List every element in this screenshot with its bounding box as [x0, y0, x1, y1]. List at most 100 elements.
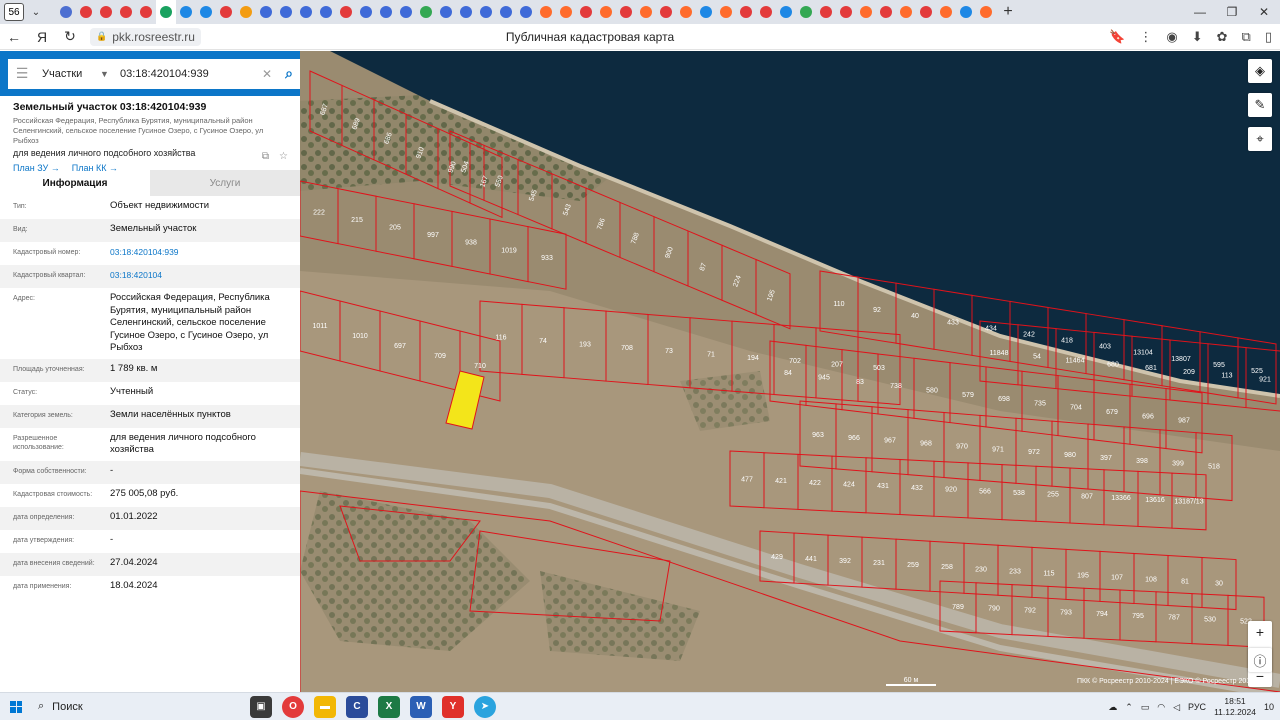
tab-favicon[interactable]	[476, 0, 496, 24]
excel-icon[interactable]: X	[378, 695, 400, 718]
tab-favicon[interactable]	[376, 0, 396, 24]
yandex-icon[interactable]: Я	[28, 29, 56, 45]
tab-favicon[interactable]	[736, 0, 756, 24]
extension-icon[interactable]: ◉	[1166, 29, 1177, 45]
tab-favicon[interactable]	[556, 0, 576, 24]
tab-favicon[interactable]	[336, 0, 356, 24]
volume-icon[interactable]: ◁	[1173, 702, 1180, 713]
tab-favicon[interactable]	[876, 0, 896, 24]
menu-icon[interactable]: ☰	[8, 65, 36, 82]
tab-favicon[interactable]	[436, 0, 456, 24]
url-field[interactable]: 🔒 pkk.rosreestr.ru	[90, 27, 201, 46]
tab-favicon[interactable]	[716, 0, 736, 24]
tab-favicon[interactable]	[536, 0, 556, 24]
tab-favicon[interactable]	[396, 0, 416, 24]
task-view-icon[interactable]: ▣	[250, 695, 272, 718]
tab-favicon[interactable]	[216, 0, 236, 24]
tab-favicon[interactable]	[316, 0, 336, 24]
tab-favicon[interactable]	[676, 0, 696, 24]
tab-favicon[interactable]	[936, 0, 956, 24]
tab-favicon[interactable]	[356, 0, 376, 24]
c-app-icon[interactable]: C	[346, 695, 368, 718]
layers-icon[interactable]: ◈	[1248, 59, 1272, 83]
tab-favicon[interactable]	[856, 0, 876, 24]
map-canvas[interactable]: 6876896869109901672222152059979381019933…	[300, 51, 1280, 692]
tab-favicon[interactable]	[616, 0, 636, 24]
more-icon[interactable]: ⋮	[1139, 29, 1152, 45]
tab-favicon[interactable]	[496, 0, 516, 24]
tab-favicon[interactable]	[656, 0, 676, 24]
tab-favicon[interactable]	[236, 0, 256, 24]
search-input[interactable]	[114, 59, 262, 88]
tab-count-badge[interactable]: 56	[4, 3, 24, 21]
tab-favicon[interactable]	[276, 0, 296, 24]
tab-favicon[interactable]	[836, 0, 856, 24]
info-icon[interactable]: ⓘ	[1248, 648, 1272, 672]
tab-favicon[interactable]	[956, 0, 976, 24]
tab-favicon[interactable]	[136, 0, 156, 24]
star-icon[interactable]: ☆	[279, 151, 288, 162]
tab-favicon[interactable]	[76, 0, 96, 24]
tab-favicon[interactable]	[596, 0, 616, 24]
downloads-icon[interactable]: ⬇	[1192, 29, 1203, 45]
reload-icon[interactable]: ↻	[56, 28, 84, 45]
collections-icon[interactable]: ⧉	[1242, 29, 1251, 45]
plan-zu-link[interactable]: План ЗУ →	[13, 163, 60, 173]
file-explorer-icon[interactable]: ▬	[314, 695, 336, 718]
tab-favicon[interactable]	[416, 0, 436, 24]
bookmark-icon[interactable]: 🔖	[1109, 29, 1125, 45]
chevron-up-icon[interactable]: ⌃	[1125, 702, 1133, 713]
restore-icon[interactable]: ❐	[1216, 0, 1248, 24]
tab-favicon[interactable]	[516, 0, 536, 24]
back-icon[interactable]: ←	[0, 29, 28, 45]
tab-favicon[interactable]	[96, 0, 116, 24]
cadastral-map[interactable]: 687 689 686 910 990 167 222 215 205 997 938 1019 933…	[300, 51, 1280, 692]
extensions-icon[interactable]: ✿	[1217, 29, 1228, 45]
tab-favicon[interactable]	[896, 0, 916, 24]
telegram-icon[interactable]: ➤	[474, 695, 496, 718]
minimize-icon[interactable]: —	[1184, 0, 1216, 24]
tab-information[interactable]: Информация	[0, 170, 150, 196]
tab-favicon[interactable]	[756, 0, 776, 24]
close-window-icon[interactable]: ✕	[1248, 0, 1280, 24]
weather-icon[interactable]: ☁	[1108, 702, 1117, 713]
locate-icon[interactable]: ⌖	[1248, 127, 1272, 151]
windows-start-icon[interactable]	[0, 700, 32, 713]
tab-favicon[interactable]	[916, 0, 936, 24]
tab-favicon[interactable]	[576, 0, 596, 24]
opera-icon[interactable]: O	[282, 695, 304, 718]
tab-favicon[interactable]	[636, 0, 656, 24]
property-value[interactable]: 03:18:420104:939	[110, 246, 300, 259]
tab-favicon[interactable]	[296, 0, 316, 24]
language-indicator[interactable]: РУС	[1188, 702, 1206, 712]
wifi-icon[interactable]: ◠	[1157, 702, 1165, 713]
tab-favicon[interactable]	[156, 0, 176, 24]
tab-favicon[interactable]	[176, 0, 196, 24]
search-category-select[interactable]: Участки	[36, 68, 100, 80]
tab-list-chevron-icon[interactable]: ⌄	[28, 7, 44, 18]
property-value[interactable]: 03:18:420104	[110, 269, 300, 282]
tab-favicon[interactable]	[696, 0, 716, 24]
tab-favicon[interactable]	[816, 0, 836, 24]
sidebar-icon[interactable]: ▯	[1265, 29, 1272, 45]
network-icon[interactable]: ▭	[1141, 702, 1150, 713]
tab-favicon[interactable]	[776, 0, 796, 24]
copy-icon[interactable]: ⧉	[262, 151, 269, 162]
tab-favicon[interactable]	[196, 0, 216, 24]
tab-favicon[interactable]	[256, 0, 276, 24]
ruler-icon[interactable]: ✎	[1248, 93, 1272, 117]
clock[interactable]: 18:51 11.12.2024	[1214, 696, 1256, 718]
chevron-down-icon[interactable]: ▼	[100, 69, 114, 79]
search-icon[interactable]: ⌕	[276, 65, 300, 82]
plan-kk-link[interactable]: План КК →	[72, 163, 118, 173]
taskbar-search[interactable]: ⌕ Поиск	[32, 695, 202, 719]
yandex-browser-icon[interactable]: Y	[442, 695, 464, 718]
word-icon[interactable]: W	[410, 695, 432, 718]
notification-badge[interactable]: 10	[1264, 702, 1274, 712]
new-tab-icon[interactable]: +	[998, 3, 1018, 21]
clear-icon[interactable]: ✕	[262, 67, 276, 81]
tab-favicon[interactable]	[976, 0, 996, 24]
tab-favicon[interactable]	[56, 0, 76, 24]
zoom-in-icon[interactable]: +	[1248, 621, 1272, 643]
tab-favicon[interactable]	[116, 0, 136, 24]
